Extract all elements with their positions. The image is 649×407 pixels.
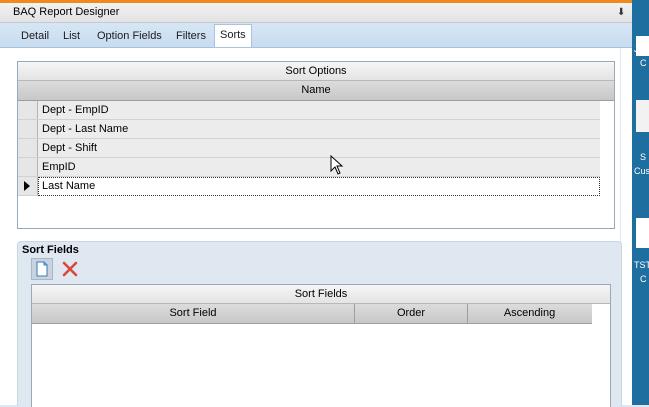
tab-sorts[interactable]: Sorts: [214, 24, 252, 47]
delete-x-icon: [62, 261, 78, 277]
sort-fields-grid: Sort Fields Sort Field Order Ascending: [31, 284, 611, 407]
desktop-edge: JAT C S Cus TST C: [632, 0, 649, 405]
sort-options-caption: Sort Options: [18, 62, 614, 81]
row-selector[interactable]: [18, 120, 38, 138]
window-title: BAQ Report Designer: [13, 6, 120, 18]
desktop-label: JAT: [634, 44, 649, 54]
row-selector[interactable]: [18, 177, 38, 195]
pin-icon[interactable]: ⬇: [617, 3, 625, 22]
desktop-label: S: [640, 152, 647, 162]
desktop-label: C: [640, 58, 647, 68]
sort-fields-caption: Sort Fields: [32, 285, 610, 304]
order-column-header[interactable]: Order: [355, 304, 468, 323]
desktop-label: C: [640, 274, 647, 284]
sort-fields-header-row: Sort Field Order Ascending: [32, 304, 592, 324]
sort-field-column-header[interactable]: Sort Field: [32, 304, 355, 323]
row-selector[interactable]: [18, 158, 38, 176]
table-row[interactable]: Dept - EmpID: [18, 101, 600, 120]
title-bar: BAQ Report Designer ⬇: [0, 3, 632, 23]
desktop-shortcut-icon[interactable]: [636, 100, 649, 132]
row-focus-box: [38, 177, 600, 196]
current-row-arrow-icon: [24, 181, 30, 191]
tab-strip: Detail List Option Fields Filters Sorts: [0, 23, 632, 48]
sort-options-grid: Sort Options Name Dept - EmpID Dept - La…: [17, 61, 615, 229]
sort-options-rows: Dept - EmpID Dept - Last Name Dept - Shi…: [18, 101, 600, 196]
table-row[interactable]: Dept - Last Name: [18, 120, 600, 139]
row-name-cell[interactable]: EmpID: [42, 158, 76, 176]
row-name-cell[interactable]: Dept - Shift: [42, 139, 97, 157]
row-name-cell[interactable]: Dept - EmpID: [42, 101, 109, 119]
row-selector[interactable]: [18, 139, 38, 157]
delete-sort-field-button[interactable]: [59, 258, 81, 280]
row-name-cell[interactable]: Last Name: [42, 177, 95, 195]
mouse-pointer-icon: [330, 155, 344, 175]
tab-option-fields[interactable]: Option Fields: [95, 28, 164, 46]
ascending-column-header[interactable]: Ascending: [468, 304, 591, 323]
table-row-current[interactable]: Last Name: [18, 177, 600, 196]
name-column-header[interactable]: Name: [18, 81, 614, 101]
desktop-label: Cus: [634, 166, 649, 176]
table-row[interactable]: EmpID: [18, 158, 600, 177]
row-name-cell[interactable]: Dept - Last Name: [42, 120, 128, 138]
desktop-shortcut-icon[interactable]: [636, 218, 649, 248]
sort-fields-group-title: Sort Fields: [22, 244, 79, 256]
new-document-icon: [36, 261, 48, 277]
table-row[interactable]: Dept - Shift: [18, 139, 600, 158]
tab-list[interactable]: List: [61, 28, 82, 46]
tab-filters[interactable]: Filters: [174, 28, 208, 46]
tab-detail[interactable]: Detail: [19, 28, 51, 46]
row-selector[interactable]: [18, 101, 38, 119]
new-sort-field-button[interactable]: [31, 258, 53, 280]
desktop-label: TST: [634, 260, 649, 270]
sort-fields-group: Sort Fields Sort Fields Sort Field Order…: [17, 241, 622, 407]
